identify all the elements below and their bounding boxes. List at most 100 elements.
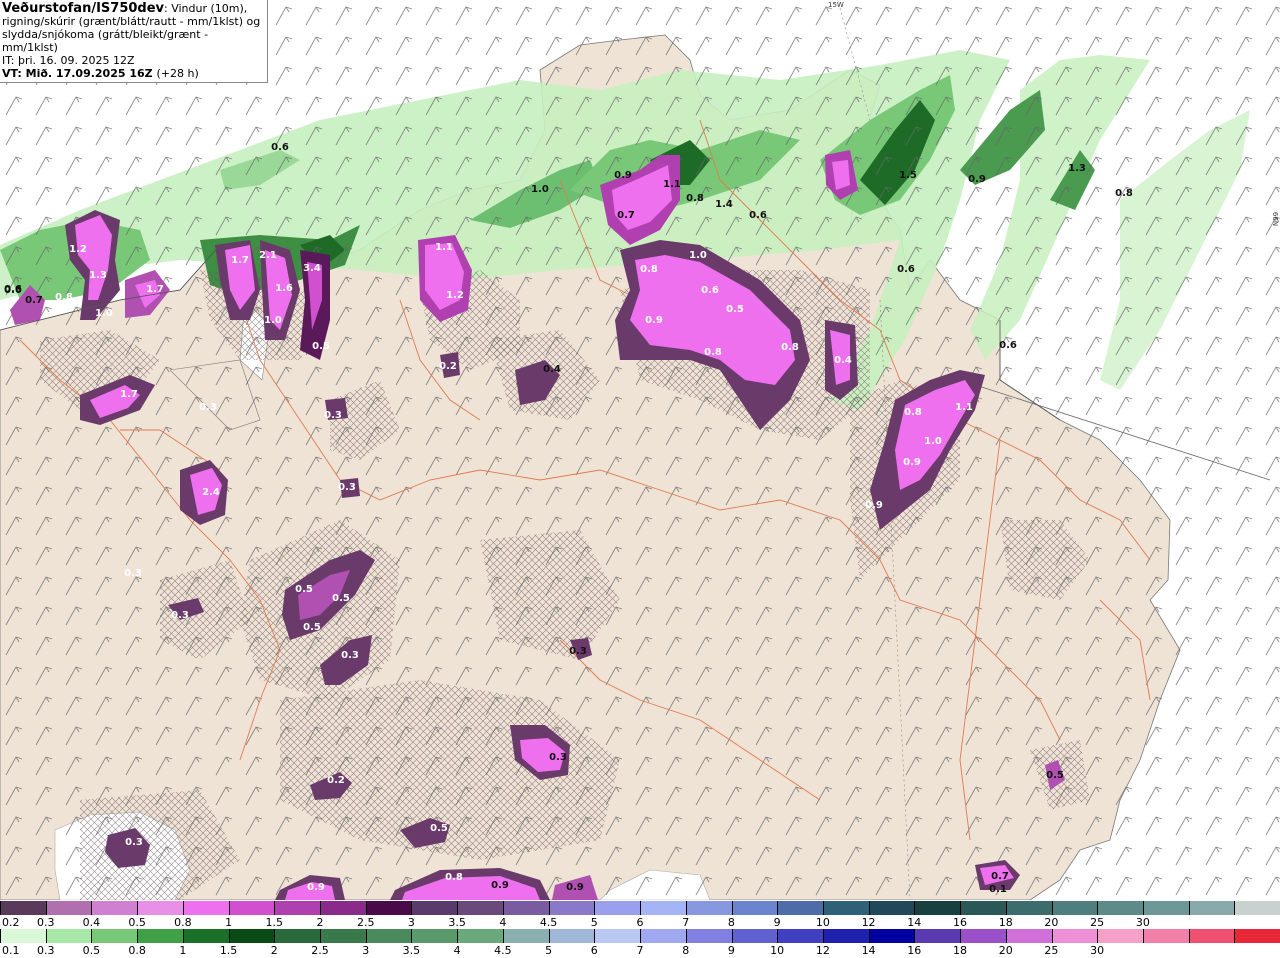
snow-legend-tick: 0.4	[82, 916, 101, 929]
snow-legend-tick: 9	[773, 916, 781, 929]
precip-value-label: 0.3	[125, 837, 143, 848]
snow-legend-tick: 4.5	[539, 916, 558, 929]
rain-legend-ticks: 0.1 0.3 0.5 0.8 1 1.5 2 2.5 3 3.5 4 4.5 5 6 7 8 9 10 12 14 1…	[0, 944, 1280, 958]
precip-value-label: 3.4	[303, 263, 321, 274]
legend-color-cell	[457, 901, 503, 915]
precip-value-label: 0.4	[543, 364, 561, 375]
precip-value-label: 1.7	[231, 255, 249, 266]
precip-value-label: 0.8	[55, 292, 73, 303]
rain-legend-tick: 12	[815, 944, 830, 957]
rain-legend-tick: 14	[861, 944, 876, 957]
legend-color-cell	[1097, 901, 1143, 915]
precip-value-label: 0.3	[341, 650, 359, 661]
legend-color-cell	[228, 901, 275, 915]
snow-legend-tick: 25	[1090, 916, 1105, 929]
precip-value-label: 0.5	[312, 341, 330, 352]
legend-color-cell	[868, 929, 915, 943]
legend-color-cell	[594, 901, 641, 915]
legend-color-cell	[731, 901, 778, 915]
longitude-label: 15W	[828, 1, 844, 9]
rain-legend-colorbar	[0, 929, 1280, 943]
rain-legend-tick: 0.5	[82, 944, 101, 957]
rain-legend-tick: 30	[1090, 944, 1105, 957]
legend-color-cell	[640, 901, 686, 915]
snow-legend-tick: 2	[316, 916, 324, 929]
rain-legend-tick: 3	[362, 944, 370, 957]
rain-legend-tick: 4	[453, 944, 461, 957]
rain-legend-tick: 4.5	[494, 944, 512, 957]
legend-color-cell	[411, 929, 458, 943]
snow-legend-tick: 30	[1135, 916, 1150, 929]
legend-color-cell	[1142, 929, 1189, 943]
snow-legend-tick: 18	[998, 916, 1013, 929]
precip-value-label: 1.3	[89, 270, 107, 281]
latitude-label: 66N	[1271, 211, 1280, 227]
snow-legend-tick: 8	[727, 916, 735, 929]
legend-color-cell	[274, 901, 321, 915]
legend-color-cell	[1005, 929, 1052, 943]
legend-color-cell	[731, 929, 778, 943]
rain-legend-tick: 6	[590, 944, 598, 957]
precip-value-label: 0.9	[614, 170, 632, 181]
wind-barbs	[0, 0, 1280, 900]
snow-legend-tick: 0.2	[2, 916, 20, 929]
legend-color-cell	[685, 901, 732, 915]
legend-color-cell	[868, 901, 915, 915]
legend-color-cell	[1188, 929, 1235, 943]
legend-color-cell	[777, 929, 823, 943]
snow-legend-ticks: 0.2 0.3 0.4 0.5 0.8 1 1.5 2 2.5 3 3.5 4 4.5 5 6 7 8 9 10 12…	[0, 916, 1280, 930]
legend-color-cell	[640, 929, 686, 943]
rain-legend-tick: 8	[682, 944, 690, 957]
precip-value-label: 0.5	[430, 823, 448, 834]
rain-legend-tick: 7	[636, 944, 644, 957]
precip-value-label: 0.6	[4, 284, 22, 295]
legend-color-cell	[91, 929, 138, 943]
rain-legend: 0.1 0.3 0.5 0.8 1 1.5 2 2.5 3 3.5 4 4.5 5 6 7 8 9 10 12 14 1…	[0, 929, 1280, 958]
precip-value-label: 0.1	[989, 884, 1007, 895]
snow-legend-tick: 0.5	[128, 916, 146, 929]
precip-value-label: 0.6	[897, 264, 915, 275]
precip-value-label: 0.5	[303, 622, 321, 633]
legend-color-cell	[1051, 901, 1098, 915]
precip-value-label: 1.4	[715, 199, 733, 210]
snow-legend-tick: 4	[499, 916, 507, 929]
precip-value-label: 0.3	[199, 402, 217, 413]
legend-color-cell	[182, 929, 229, 943]
rain-legend-tick: 25	[1044, 944, 1059, 957]
legend-color-cell	[365, 929, 412, 943]
legend-color-cell	[45, 901, 92, 915]
initial-time: IT: þri. 16. 09. 2025 12Z	[2, 54, 135, 67]
precip-value-label: 0.4	[834, 355, 852, 366]
snow-legend-tick: 5	[590, 916, 598, 929]
precip-value-label: 0.8	[686, 193, 704, 204]
precip-value-label: 1.0	[531, 184, 549, 195]
legend-color-cell	[914, 901, 961, 915]
snow-legend-tick: 10	[815, 916, 830, 929]
precip-value-label: 0.5	[726, 304, 744, 315]
precip-value-label: 0.2	[439, 361, 457, 372]
snow-legend-tick: 14	[907, 916, 922, 929]
precip-value-label: 0.6	[701, 285, 719, 296]
legend-color-cell	[548, 901, 595, 915]
legend-color-cell	[1005, 901, 1052, 915]
snow-legend-tick: 2.5	[356, 916, 375, 929]
precip-value-label: 1.7	[146, 284, 164, 295]
precip-value-label: 0.7	[991, 871, 1009, 882]
precip-value-label: 1.0	[95, 308, 113, 319]
map-info-box: Veðurstofan/IS750dev: Vindur (10m), rign…	[0, 0, 268, 83]
forecast-offset: (+28 h)	[156, 67, 199, 80]
legend-color-cell	[960, 901, 1006, 915]
weather-map: 0.6 1.0 0.9 1.1 0.8 1.4 0.6 1.5 0.9 1.3 0.8 0.6 0.6 1…	[0, 0, 1280, 900]
rain-legend-tick: 2	[270, 944, 278, 957]
valid-time-label: VT: Mið. 17.09.2025 16Z	[2, 67, 153, 80]
legend-color-cell	[1234, 901, 1280, 915]
precip-value-label: 0.8	[704, 347, 722, 358]
precip-value-label: 0.3	[124, 568, 142, 579]
precip-value-label: 0.9	[865, 500, 883, 511]
precip-value-label: 0.8	[1115, 188, 1133, 199]
snow-legend-tick: 3.5	[448, 916, 466, 929]
precip-value-label: 0.6	[271, 142, 289, 153]
precip-value-label: 1.2	[446, 290, 464, 301]
precip-value-label: 1.1	[663, 179, 681, 190]
rain-legend-tick: 1	[179, 944, 187, 957]
